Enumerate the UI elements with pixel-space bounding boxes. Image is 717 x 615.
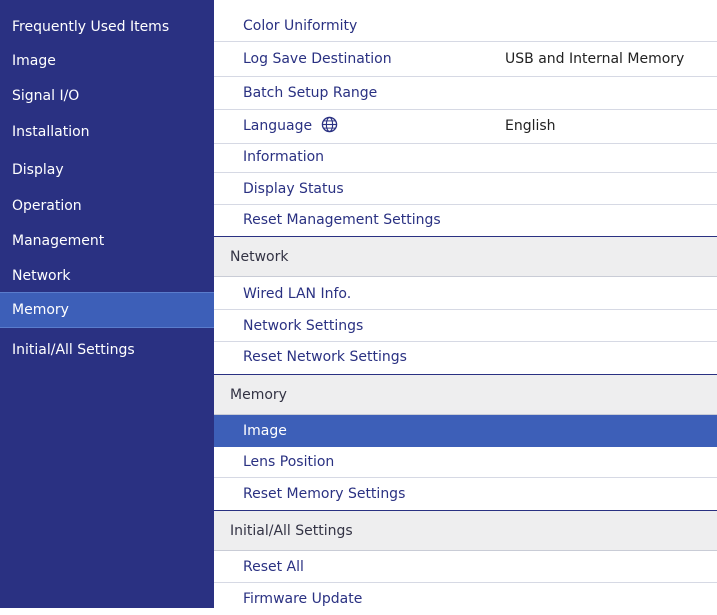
sidebar-item-signal-io[interactable]: Signal I/O xyxy=(0,86,214,106)
menu-item-color-uniformity[interactable]: Color Uniformity xyxy=(214,13,717,42)
section-header-initial-all-settings: Initial/All Settings xyxy=(214,510,717,551)
item-label: Batch Setup Range xyxy=(243,85,378,101)
item-label: Firmware Update xyxy=(243,591,363,607)
menu-item-firmware-update[interactable]: Firmware Update xyxy=(214,583,717,608)
item-label: Network Settings xyxy=(243,318,364,334)
menu-item-reset-network-settings[interactable]: Reset Network Settings xyxy=(214,342,717,374)
menu-item-reset-memory-settings[interactable]: Reset Memory Settings xyxy=(214,478,717,510)
menu-item-display-status[interactable]: Display Status xyxy=(214,173,717,205)
item-label: Reset All xyxy=(243,559,304,575)
item-label: Wired LAN Info. xyxy=(243,286,352,302)
item-label: Reset Network Settings xyxy=(243,349,407,365)
sidebar-item-image[interactable]: Image xyxy=(0,51,214,71)
item-label: Color Uniformity xyxy=(243,18,358,34)
item-label: Reset Memory Settings xyxy=(243,486,406,502)
menu-item-log-save-destination[interactable]: Log Save Destination USB and Internal Me… xyxy=(214,42,717,77)
item-label: Reset Management Settings xyxy=(243,212,441,228)
sidebar-item-memory[interactable]: Memory xyxy=(0,292,214,328)
globe-icon xyxy=(321,116,337,133)
sidebar-item-management[interactable]: Management xyxy=(0,231,214,251)
menu-item-batch-setup-range[interactable]: Batch Setup Range xyxy=(214,77,717,110)
section-title: Memory xyxy=(230,387,287,403)
section-header-network: Network xyxy=(214,236,717,277)
menu-item-reset-all[interactable]: Reset All xyxy=(214,551,717,583)
item-label: Log Save Destination xyxy=(243,51,392,67)
menu-item-reset-management-settings[interactable]: Reset Management Settings xyxy=(214,205,717,236)
sidebar-item-frequently-used[interactable]: Frequently Used Items xyxy=(0,17,214,37)
sidebar-item-installation[interactable]: Installation xyxy=(0,122,214,142)
section-title: Initial/All Settings xyxy=(230,523,353,539)
menu-item-lens-position[interactable]: Lens Position xyxy=(214,447,717,478)
item-label: Display Status xyxy=(243,181,344,197)
item-label: Language xyxy=(243,118,313,134)
settings-list: Color Uniformity Log Save Destination US… xyxy=(214,0,717,608)
section-title: Network xyxy=(230,249,289,265)
sidebar-item-display[interactable]: Display xyxy=(0,160,214,180)
item-label: Information xyxy=(243,149,325,165)
item-value: USB and Internal Memory xyxy=(505,51,685,67)
menu-item-language[interactable]: Language English xyxy=(214,110,717,144)
section-header-memory: Memory xyxy=(214,374,717,415)
menu-item-memory-image[interactable]: Image xyxy=(214,415,717,447)
item-label: Image xyxy=(243,423,287,439)
menu-item-network-settings[interactable]: Network Settings xyxy=(214,310,717,342)
item-label: Lens Position xyxy=(243,454,335,470)
sidebar: Frequently Used Items Image Signal I/O I… xyxy=(0,0,214,608)
menu-item-information[interactable]: Information xyxy=(214,144,717,173)
sidebar-item-network[interactable]: Network xyxy=(0,266,214,286)
sidebar-item-initial-all-settings[interactable]: Initial/All Settings xyxy=(0,340,214,360)
item-value: English xyxy=(505,118,556,134)
sidebar-item-operation[interactable]: Operation xyxy=(0,196,214,216)
menu-item-wired-lan-info[interactable]: Wired LAN Info. xyxy=(214,277,717,310)
